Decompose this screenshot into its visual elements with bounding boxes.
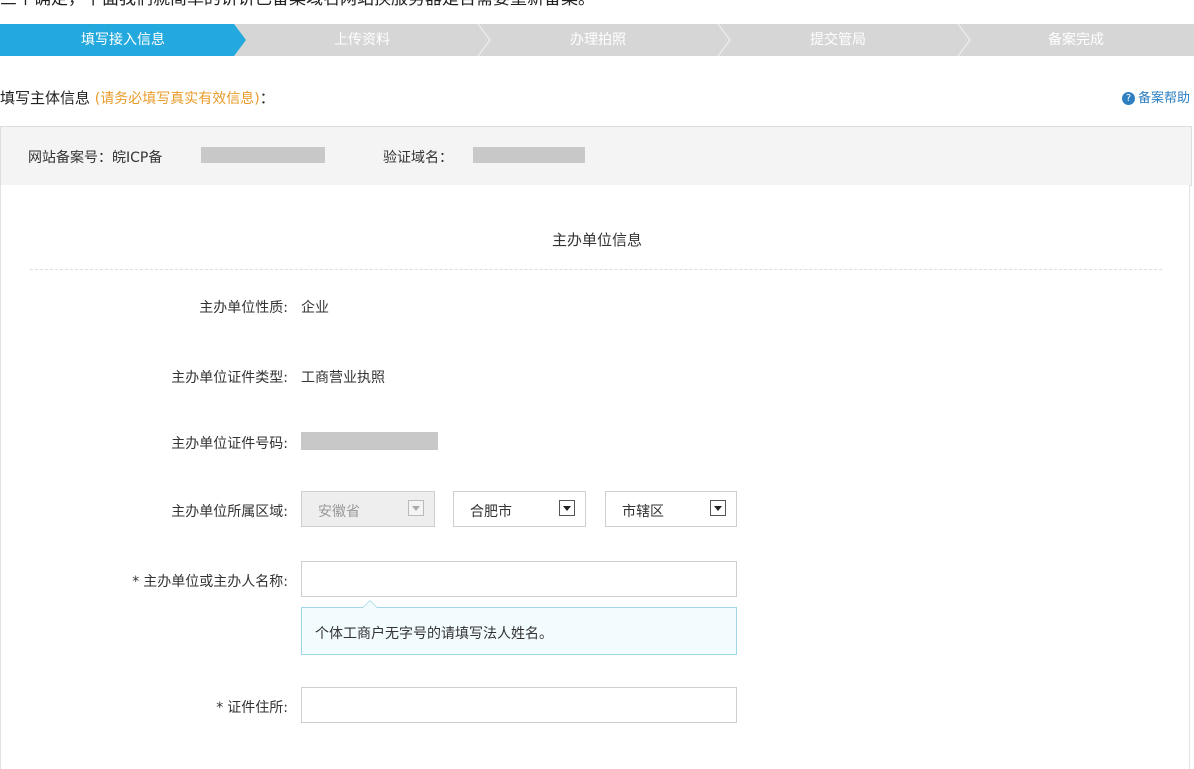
required-mark: *	[216, 700, 224, 716]
region-label: 主办单位所属区域:	[171, 504, 288, 520]
org-name-input[interactable]	[301, 561, 737, 597]
help-label: 备案帮助	[1137, 91, 1190, 106]
step-photo: 办理拍照	[478, 24, 718, 56]
address-label: * 证件住所:	[216, 700, 288, 716]
article-caption: 三个确定，下面我们就简单的讲讲已备案域名网站换服务器是否需要重新备案。	[0, 0, 1194, 8]
city-select[interactable]: 合肥市	[453, 491, 586, 527]
step-label: 办理拍照	[570, 32, 626, 48]
step-complete: 备案完成	[958, 24, 1194, 56]
redacted-icp-number	[201, 147, 325, 163]
help-circle-icon: ?	[1121, 92, 1135, 105]
cert-number-label: 主办单位证件号码:	[171, 436, 288, 452]
address-input[interactable]	[301, 687, 737, 723]
redacted-domain	[473, 147, 585, 163]
nature-label: 主办单位性质:	[199, 300, 288, 316]
form-panel	[0, 185, 1190, 769]
step-fill-access-info: 填写接入信息	[0, 24, 246, 56]
cert-type-value: 工商营业执照	[301, 370, 385, 386]
step-submit-bureau: 提交管局	[718, 24, 958, 56]
chevron-down-icon	[408, 500, 424, 516]
chevron-down-icon[interactable]	[559, 500, 575, 516]
org-name-tooltip: 个体工商户无字号的请填写法人姓名。	[301, 600, 737, 655]
title-text: 填写主体信息	[0, 89, 91, 107]
step-label: 上传资料	[334, 32, 390, 48]
title-colon: ：	[259, 89, 275, 107]
progress-steps: 填写接入信息 上传资料 办理拍照 提交管局 备案完成	[0, 24, 1194, 56]
province-select: 安徽省	[301, 491, 435, 527]
section-header: 填写主体信息 (请务必填写真实有效信息)： ? 备案帮助	[0, 82, 1194, 110]
cert-type-label: 主办单位证件类型:	[171, 370, 288, 386]
province-value: 安徽省	[318, 504, 360, 520]
org-name-label: * 主办单位或主办人名称:	[132, 574, 288, 590]
form-heading: 主办单位信息	[551, 231, 642, 249]
step-label: 填写接入信息	[81, 32, 165, 48]
tooltip-text: 个体工商户无字号的请填写法人姓名。	[315, 626, 553, 642]
step-label: 提交管局	[810, 32, 866, 48]
domain-label: 验证域名：	[383, 150, 453, 166]
chevron-down-icon[interactable]	[710, 500, 726, 516]
divider	[30, 269, 1162, 270]
city-value: 合肥市	[470, 504, 512, 520]
icp-label: 网站备案号：皖ICP备	[28, 150, 163, 166]
page-title: 填写主体信息 (请务必填写真实有效信息)：	[0, 87, 275, 108]
nature-value: 企业	[301, 300, 329, 316]
help-link[interactable]: ? 备案帮助	[1121, 87, 1190, 106]
record-info-bar: 网站备案号：皖ICP备 验证域名：	[0, 126, 1192, 186]
step-upload-materials: 上传资料	[246, 24, 478, 56]
step-label: 备案完成	[1048, 32, 1104, 48]
required-mark: *	[132, 574, 140, 590]
redacted-cert-number	[301, 432, 438, 450]
required-note: (请务必填写真实有效信息)	[94, 91, 260, 107]
district-select[interactable]: 市辖区	[605, 491, 737, 527]
district-value: 市辖区	[622, 504, 664, 520]
